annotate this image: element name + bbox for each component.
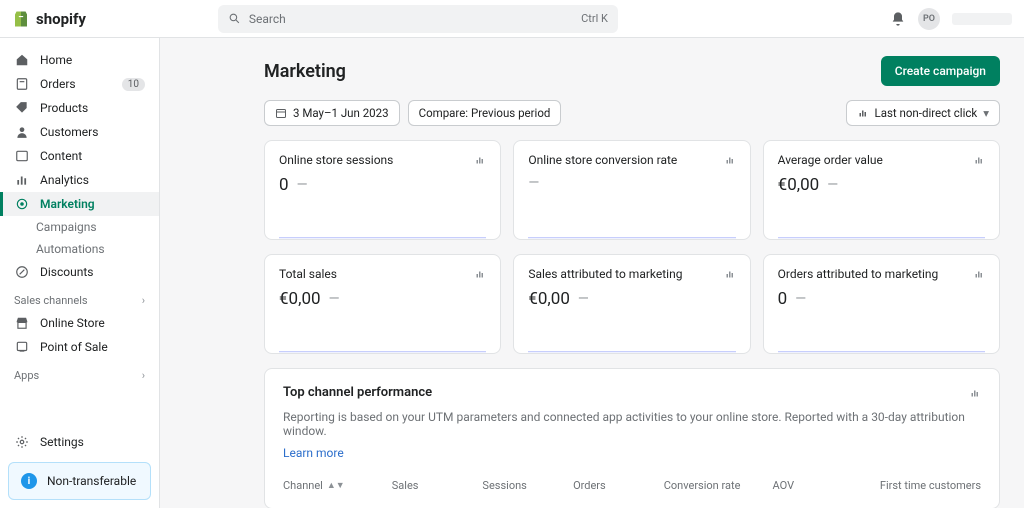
nav-home[interactable]: Home xyxy=(0,48,159,72)
home-icon xyxy=(14,52,30,68)
nav-products[interactable]: Products xyxy=(0,96,159,120)
col-channel[interactable]: Channel▲▼ xyxy=(283,479,392,492)
metrics-row-1: Online store sessions 0— Online store co… xyxy=(264,140,1000,240)
col-orders[interactable]: Orders xyxy=(573,479,664,492)
report-icon[interactable] xyxy=(724,154,736,166)
tag-icon xyxy=(14,100,30,116)
apps-header[interactable]: Apps› xyxy=(0,359,159,386)
image-icon xyxy=(14,148,30,164)
brand-logo[interactable]: shopify xyxy=(12,10,86,28)
bars-icon xyxy=(857,107,869,119)
metric-card-attributed-orders[interactable]: Orders attributed to marketing 0— xyxy=(763,254,1000,354)
filter-toolbar: 3 May–1 Jun 2023 Compare: Previous perio… xyxy=(264,100,1000,126)
panel-title: Top channel performance xyxy=(283,385,432,400)
metric-card-aov[interactable]: Average order value €0,00— xyxy=(763,140,1000,240)
report-icon[interactable] xyxy=(474,154,486,166)
metrics-row-2: Total sales €0,00— Sales attributed to m… xyxy=(264,254,1000,354)
store-name-placeholder xyxy=(952,13,1012,25)
date-range-picker[interactable]: 3 May–1 Jun 2023 xyxy=(264,100,400,126)
metric-card-conversion[interactable]: Online store conversion rate — xyxy=(513,140,750,240)
search-shortcut: Ctrl K xyxy=(581,12,608,25)
metric-card-attributed-sales[interactable]: Sales attributed to marketing €0,00— xyxy=(513,254,750,354)
orders-icon xyxy=(14,76,30,92)
nav-marketing[interactable]: Marketing xyxy=(0,192,159,216)
nav-discounts[interactable]: Discounts xyxy=(0,260,159,284)
compare-selector[interactable]: Compare: Previous period xyxy=(408,100,562,126)
attribution-selector[interactable]: Last non-direct click ▾ xyxy=(846,100,1000,126)
nav-automations[interactable]: Automations xyxy=(0,238,159,260)
user-avatar[interactable]: PO xyxy=(918,8,940,30)
sparkline xyxy=(279,351,486,353)
orders-badge: 10 xyxy=(122,78,145,91)
calendar-icon xyxy=(275,107,287,119)
panel-description: Reporting is based on your UTM parameter… xyxy=(283,410,981,438)
nav-online-store[interactable]: Online Store xyxy=(0,311,159,335)
store-icon xyxy=(14,315,30,331)
nav-orders[interactable]: Orders10 xyxy=(0,72,159,96)
col-sales[interactable]: Sales xyxy=(392,479,483,492)
report-icon[interactable] xyxy=(474,268,486,280)
channel-performance-panel: Top channel performance Reporting is bas… xyxy=(264,368,1000,508)
gear-icon xyxy=(14,434,30,450)
report-icon[interactable] xyxy=(969,387,981,399)
sort-icon: ▲▼ xyxy=(327,480,345,491)
chevron-down-icon: ▾ xyxy=(983,106,989,120)
info-icon: i xyxy=(21,473,37,489)
nav-settings[interactable]: Settings xyxy=(0,430,159,454)
chevron-right-icon: › xyxy=(142,294,145,307)
pos-icon xyxy=(14,339,30,355)
bell-icon xyxy=(890,11,906,27)
col-sessions[interactable]: Sessions xyxy=(482,479,573,492)
nav-analytics[interactable]: Analytics xyxy=(0,168,159,192)
page-header: Marketing Create campaign xyxy=(264,56,1000,86)
shopify-bag-icon xyxy=(12,10,30,28)
nav-customers[interactable]: Customers xyxy=(0,120,159,144)
nav-point-of-sale[interactable]: Point of Sale xyxy=(0,335,159,359)
sparkline xyxy=(528,351,735,353)
sparkline xyxy=(778,351,985,353)
sparkline xyxy=(279,237,486,239)
create-campaign-button[interactable]: Create campaign xyxy=(881,56,1000,86)
metric-card-total-sales[interactable]: Total sales €0,00— xyxy=(264,254,501,354)
nav-content[interactable]: Content xyxy=(0,144,159,168)
channel-table-header: Channel▲▼ Sales Sessions Orders Conversi… xyxy=(283,479,981,492)
sparkline xyxy=(528,237,735,239)
target-icon xyxy=(14,196,30,212)
search-placeholder: Search xyxy=(249,12,286,26)
chart-icon xyxy=(14,172,30,188)
non-transferable-banner[interactable]: i Non-transferable xyxy=(8,462,151,500)
report-icon[interactable] xyxy=(973,154,985,166)
report-icon[interactable] xyxy=(724,268,736,280)
page-title: Marketing xyxy=(264,61,346,82)
content-area: Marketing Create campaign 3 May–1 Jun 20… xyxy=(160,38,1024,508)
search-icon xyxy=(228,12,241,25)
col-aov[interactable]: AOV xyxy=(773,479,864,492)
sidebar: Home Orders10 Products Customers Content… xyxy=(0,38,160,508)
learn-more-link[interactable]: Learn more xyxy=(283,446,344,460)
notifications-button[interactable] xyxy=(890,11,906,27)
col-first-time[interactable]: First time customers xyxy=(863,479,981,492)
col-conversion[interactable]: Conversion rate xyxy=(664,479,773,492)
global-search[interactable]: Search Ctrl K xyxy=(218,5,618,33)
chevron-right-icon: › xyxy=(142,369,145,382)
discount-icon xyxy=(14,264,30,280)
metric-card-sessions[interactable]: Online store sessions 0— xyxy=(264,140,501,240)
nav-campaigns[interactable]: Campaigns xyxy=(0,216,159,238)
brand-text: shopify xyxy=(36,10,86,28)
topbar: shopify Search Ctrl K PO xyxy=(0,0,1024,38)
person-icon xyxy=(14,124,30,140)
sparkline xyxy=(778,237,985,239)
report-icon[interactable] xyxy=(973,268,985,280)
sales-channels-header[interactable]: Sales channels› xyxy=(0,284,159,311)
